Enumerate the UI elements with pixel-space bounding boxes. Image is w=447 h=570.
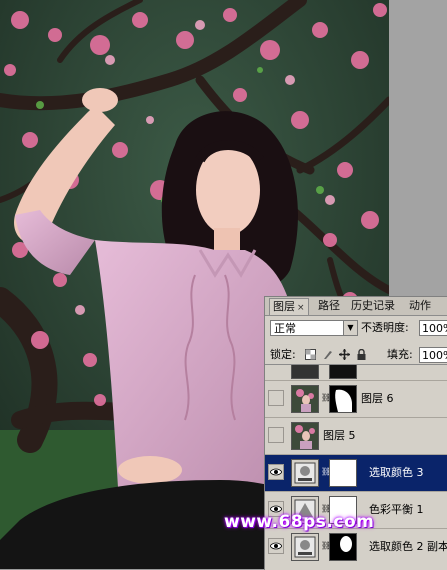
chevron-down-icon[interactable]: ▼ [343, 321, 357, 335]
lock-all-icon[interactable] [356, 349, 367, 360]
opacity-value: 100% [422, 322, 447, 335]
fill-label: 填充: [387, 348, 413, 361]
lock-brush-icon[interactable] [322, 349, 333, 360]
layer-name[interactable]: 图层 5 [323, 429, 356, 443]
layer-row[interactable]: 图层 5 [265, 417, 447, 454]
visibility-toggle[interactable] [268, 390, 284, 406]
layer-mask-thumbnail [329, 533, 357, 561]
visibility-toggle[interactable] [268, 464, 284, 480]
layer-mask-thumbnail [329, 459, 357, 487]
layer-mask-thumbnail [329, 385, 357, 413]
opacity-field[interactable]: 100% [419, 320, 447, 336]
lock-move-icon[interactable] [339, 349, 350, 360]
chain-link-icon[interactable]: ⛓ [321, 541, 331, 551]
layer-thumbnail [291, 365, 319, 379]
tab-layers-label: 图层 [273, 300, 295, 313]
lock-label: 锁定: [270, 348, 296, 361]
layer-mask-thumbnail [329, 365, 357, 379]
layer-name[interactable]: 图层 6 [361, 392, 394, 406]
watermark-text: www.68ps.com [224, 512, 375, 532]
layer-row-selected[interactable]: ⛓ 选取颜色 3 [265, 454, 447, 491]
eye-icon [270, 542, 282, 550]
layer-row-partial[interactable] [265, 364, 447, 380]
visibility-toggle[interactable] [268, 538, 284, 554]
blend-mode-select[interactable]: 正常 ▼ [270, 320, 358, 336]
fill-value: 100% [422, 349, 447, 362]
fill-field[interactable]: 100% [419, 347, 447, 363]
layer-name[interactable]: 选取颜色 3 [369, 466, 424, 480]
visibility-toggle[interactable] [268, 427, 284, 443]
layer-row[interactable]: ⛓ 图层 6 [265, 380, 447, 417]
blend-mode-value: 正常 [274, 322, 296, 335]
layer-row[interactable]: ⛓ 选取颜色 2 副本 [265, 528, 447, 565]
adjustment-thumbnail [291, 533, 319, 561]
panel-tabs: 图层 × 路径 历史记录 动作 [265, 297, 447, 316]
lock-transparent-icon[interactable] [305, 349, 316, 360]
tab-history[interactable]: 历史记录 [348, 298, 398, 314]
eye-icon [270, 468, 282, 476]
layer-name[interactable]: 色彩平衡 1 [369, 503, 424, 517]
chain-link-icon[interactable]: ⛓ [321, 393, 331, 403]
layer-name[interactable]: 选取颜色 2 副本 [369, 540, 447, 554]
tab-close-icon[interactable]: × [297, 303, 305, 313]
tab-paths[interactable]: 路径 [315, 298, 343, 314]
adjustment-thumbnail [291, 459, 319, 487]
tab-paths-label: 路径 [318, 299, 340, 312]
tab-actions[interactable]: 动作 [406, 298, 434, 314]
tab-history-label: 历史记录 [351, 299, 395, 312]
tab-actions-label: 动作 [409, 299, 431, 312]
layer-thumbnail [291, 422, 319, 450]
tab-layers[interactable]: 图层 × [269, 298, 309, 315]
opacity-label: 不透明度: [361, 321, 409, 334]
chain-link-icon[interactable]: ⛓ [321, 467, 331, 477]
layer-thumbnail [291, 385, 319, 413]
